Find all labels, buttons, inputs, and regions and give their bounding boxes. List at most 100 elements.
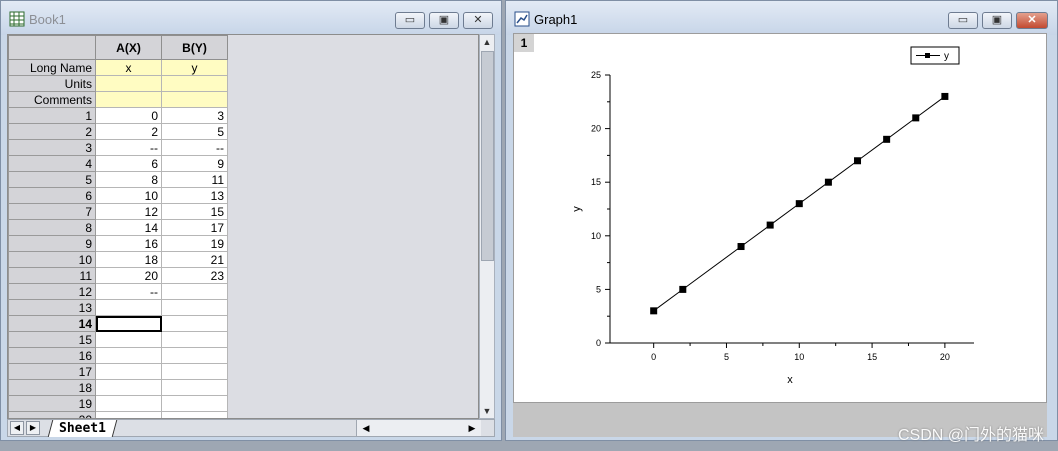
graph-titlebar[interactable]: Graph1 ▭ ▣ ✕ — [506, 1, 1057, 35]
cell-b[interactable]: -- — [161, 139, 228, 156]
vertical-scrollbar[interactable]: ▲ ▼ — [479, 34, 495, 419]
cell-a[interactable]: -- — [95, 139, 162, 156]
row-header[interactable]: 20 — [8, 411, 96, 418]
layer-badge[interactable]: 1 — [514, 34, 534, 52]
table-row[interactable]: 13 — [8, 299, 228, 316]
row-header[interactable]: 13 — [8, 299, 96, 316]
table-row[interactable]: 469 — [8, 155, 228, 172]
row-header[interactable]: 15 — [8, 331, 96, 348]
row-header[interactable]: 19 — [8, 395, 96, 412]
cell-b[interactable]: 17 — [161, 219, 228, 236]
row-header[interactable]: 4 — [8, 155, 96, 172]
table-row[interactable]: 225 — [8, 123, 228, 140]
tab-sheet1[interactable]: Sheet1 — [47, 420, 118, 437]
units-a[interactable] — [95, 75, 162, 92]
table-row[interactable]: 15 — [8, 331, 228, 348]
table-row[interactable]: 8 14 17 — [8, 219, 228, 236]
scroll-left-icon[interactable]: ◀ — [359, 420, 373, 436]
cell-a[interactable] — [95, 379, 162, 396]
cell-a[interactable]: 6 — [95, 155, 162, 172]
cell-b[interactable]: 9 — [161, 155, 228, 172]
table-row[interactable]: 9 16 19 — [8, 235, 228, 252]
cell-a[interactable]: 0 — [95, 107, 162, 124]
cell-a[interactable]: 8 — [95, 171, 162, 188]
table-row[interactable]: 6 10 13 — [8, 187, 228, 204]
cell-b[interactable] — [161, 331, 228, 348]
table-row[interactable]: 10 18 21 — [8, 251, 228, 268]
column-header-b[interactable]: B(Y) — [161, 35, 228, 60]
minimize-button[interactable]: ▭ — [395, 12, 425, 29]
graph-window[interactable]: Graph1 ▭ ▣ ✕ 1 0 5 10 15 20 0 5 10 15 20 25 x y y — [505, 0, 1058, 441]
cell-b[interactable] — [161, 299, 228, 316]
cell-a[interactable] — [95, 363, 162, 380]
comments-b[interactable] — [161, 91, 228, 108]
cell-a[interactable] — [95, 315, 162, 332]
graph-minimize-button[interactable]: ▭ — [948, 12, 978, 29]
cell-b[interactable] — [161, 379, 228, 396]
graph-maximize-button[interactable]: ▣ — [982, 12, 1012, 29]
table-row[interactable]: 3 -- -- — [8, 139, 228, 156]
cell-a[interactable]: 20 — [95, 267, 162, 284]
graph-close-button[interactable]: ✕ — [1016, 12, 1048, 29]
units-b[interactable] — [161, 75, 228, 92]
row-header[interactable]: 1 — [8, 107, 96, 124]
row-header[interactable]: 11 — [8, 267, 96, 284]
maximize-button[interactable]: ▣ — [429, 12, 459, 29]
column-header-a[interactable]: A(X) — [95, 35, 162, 60]
cell-a[interactable]: 14 — [95, 219, 162, 236]
cell-a[interactable] — [95, 347, 162, 364]
units-label[interactable]: Units — [8, 75, 96, 92]
table-row[interactable]: 20 — [8, 411, 228, 418]
row-header[interactable]: 17 — [8, 363, 96, 380]
row-header[interactable]: 2 — [8, 123, 96, 140]
scroll-thumb[interactable] — [481, 51, 494, 261]
cell-b[interactable]: 23 — [161, 267, 228, 284]
cell-b[interactable] — [161, 347, 228, 364]
cell-b[interactable]: 21 — [161, 251, 228, 268]
row-header[interactable]: 7 — [8, 203, 96, 220]
cell-b[interactable]: 5 — [161, 123, 228, 140]
cell-b[interactable]: 19 — [161, 235, 228, 252]
row-header[interactable]: 8 — [8, 219, 96, 236]
comments-label[interactable]: Comments — [8, 91, 96, 108]
cell-a[interactable]: 10 — [95, 187, 162, 204]
close-button[interactable]: ✕ — [463, 12, 493, 29]
row-header[interactable]: 9 — [8, 235, 96, 252]
table-row[interactable]: 14 — [8, 315, 228, 332]
cell-a[interactable] — [95, 411, 162, 418]
table-row[interactable]: 5 8 11 — [8, 171, 228, 188]
table-row[interactable]: 7 12 15 — [8, 203, 228, 220]
row-header[interactable]: 6 — [8, 187, 96, 204]
row-header[interactable]: 5 — [8, 171, 96, 188]
cell-b[interactable] — [161, 363, 228, 380]
cell-b[interactable] — [161, 283, 228, 300]
row-header[interactable]: 18 — [8, 379, 96, 396]
cell-a[interactable]: 16 — [95, 235, 162, 252]
scroll-down-icon[interactable]: ▼ — [480, 404, 494, 418]
cell-b[interactable]: 3 — [161, 107, 228, 124]
worksheet-grid[interactable]: A(X) B(Y) Long Name x y Units Comments 1… — [7, 34, 479, 419]
table-row[interactable]: 11 20 23 — [8, 267, 228, 284]
scroll-right-icon[interactable]: ▶ — [465, 420, 479, 436]
long-name-a[interactable]: x — [95, 59, 162, 76]
scroll-up-icon[interactable]: ▲ — [480, 35, 494, 49]
cell-a[interactable] — [95, 395, 162, 412]
row-header[interactable]: 12 — [8, 283, 96, 300]
row-header[interactable]: 3 — [8, 139, 96, 156]
long-name-b[interactable]: y — [161, 59, 228, 76]
cell-b[interactable] — [161, 315, 228, 332]
table-row[interactable]: 19 — [8, 395, 228, 412]
graph-page[interactable]: 1 0 5 10 15 20 0 5 10 15 20 25 x y y — [513, 33, 1047, 403]
horizontal-scrollbar[interactable]: ◀ ▶ — [356, 420, 481, 436]
cell-a[interactable]: 18 — [95, 251, 162, 268]
cell-b[interactable] — [161, 411, 228, 418]
line-chart[interactable]: 0 5 10 15 20 0 5 10 15 20 25 x y y — [514, 34, 1046, 402]
tab-prev-icon[interactable]: ◀ — [10, 421, 24, 435]
cell-a[interactable] — [95, 299, 162, 316]
table-row[interactable]: 17 — [8, 363, 228, 380]
cell-a[interactable] — [95, 331, 162, 348]
long-name-label[interactable]: Long Name — [8, 59, 96, 76]
cell-b[interactable]: 11 — [161, 171, 228, 188]
row-header[interactable]: 16 — [8, 347, 96, 364]
table-row[interactable]: 103 — [8, 107, 228, 124]
